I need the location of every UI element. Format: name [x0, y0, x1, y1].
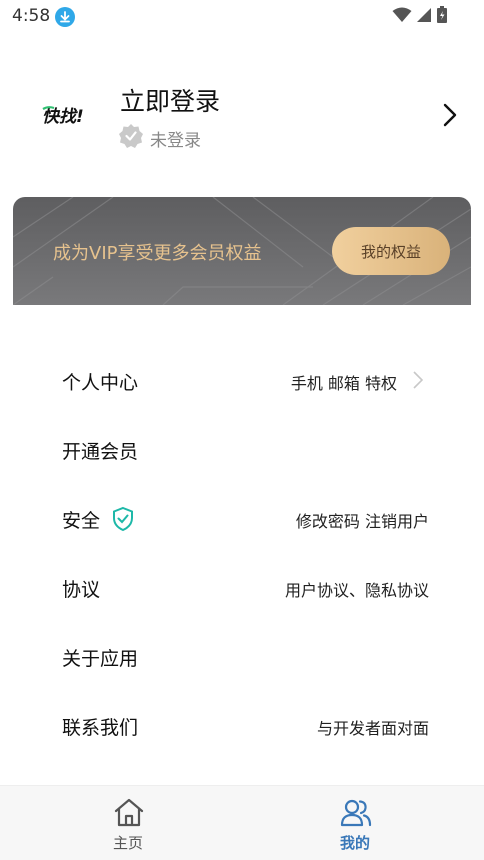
battery-icon: [436, 6, 448, 28]
menu-item-vip[interactable]: 开通会员: [0, 415, 484, 484]
app-logo: 快找!: [40, 100, 100, 130]
menu-item-contact[interactable]: 联系我们 与开发者面对面: [0, 691, 484, 760]
vip-banner[interactable]: 成为VIP享受更多会员权益 我的权益: [13, 197, 471, 305]
menu-item-personal-center[interactable]: 个人中心 手机 邮箱 特权: [0, 346, 484, 415]
menu-item-value: 用户协议、隐私协议: [284, 581, 429, 600]
shield-check-icon: [111, 506, 135, 532]
app-logo-text: 快找!: [42, 107, 84, 127]
menu-item-label: 联系我们: [62, 717, 139, 739]
bottom-tab-bar: 主页 我的: [0, 785, 484, 860]
status-time: 4:58: [12, 6, 51, 26]
profile-header[interactable]: 快找! 立即登录 未登录: [0, 70, 484, 165]
menu-item-agreements[interactable]: 协议 用户协议、隐私协议: [0, 553, 484, 622]
tab-mine[interactable]: 我的: [295, 786, 415, 860]
menu-item-about[interactable]: 关于应用: [0, 622, 484, 691]
users-icon: [340, 798, 372, 828]
menu-item-value: 修改密码 注销用户: [295, 512, 429, 531]
menu-item-label: 协议: [62, 579, 101, 601]
tab-label: 我的: [339, 834, 370, 852]
menu-item-value: 与开发者面对面: [316, 719, 429, 738]
menu-item-label: 关于应用: [62, 648, 139, 670]
tab-label: 主页: [112, 834, 143, 852]
tab-home[interactable]: 主页: [68, 786, 188, 860]
login-status: 未登录: [150, 131, 201, 151]
chevron-right-icon[interactable]: [440, 100, 460, 130]
status-indicators: [392, 6, 448, 28]
verified-badge-icon: [118, 123, 144, 149]
menu-item-label: 开通会员: [62, 441, 139, 463]
download-icon: [55, 7, 75, 27]
menu-item-label: 个人中心: [62, 372, 139, 394]
status-bar: 4:58: [0, 0, 484, 34]
menu-item-value: 手机 邮箱 特权: [290, 374, 397, 393]
login-title[interactable]: 立即登录: [120, 82, 220, 118]
my-benefits-button[interactable]: 我的权益: [332, 227, 450, 275]
menu-item-label: 安全: [62, 510, 101, 532]
home-icon: [113, 798, 145, 828]
chevron-right-icon: [412, 370, 424, 390]
menu-item-security[interactable]: 安全 修改密码 注销用户: [0, 484, 484, 553]
vip-promo-text: 成为VIP享受更多会员权益: [53, 243, 262, 264]
wifi-icon: [392, 7, 412, 27]
signal-icon: [416, 7, 432, 27]
